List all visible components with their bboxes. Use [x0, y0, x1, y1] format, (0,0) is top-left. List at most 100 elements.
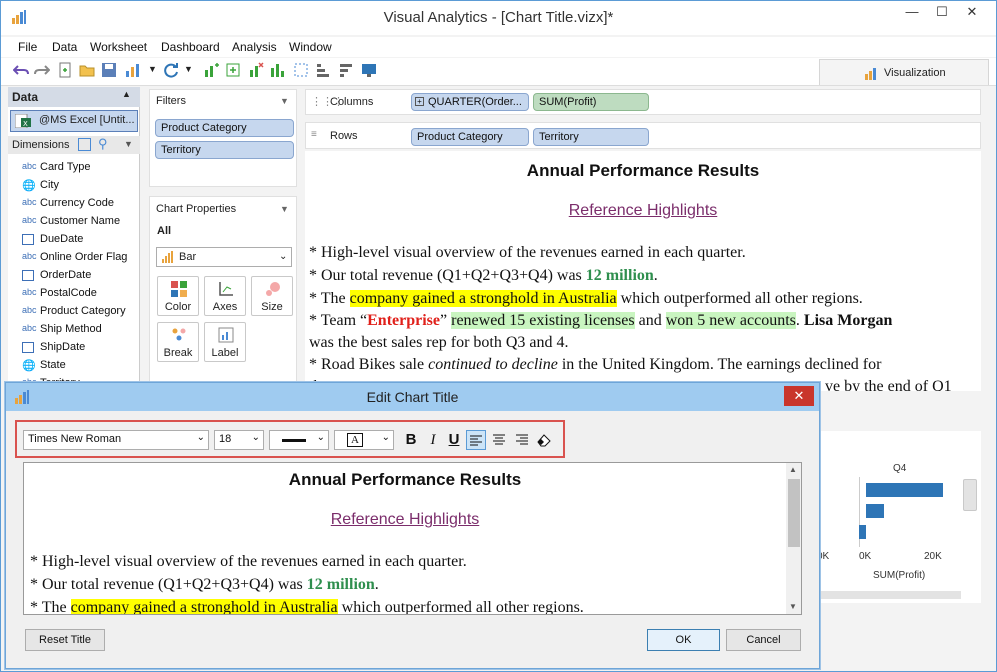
expand-icon[interactable]: + [415, 97, 424, 106]
break-icon [171, 327, 187, 343]
open-icon[interactable] [79, 62, 95, 78]
chart-subtitle-link[interactable]: Reference Highlights [305, 202, 981, 220]
text-run: * Our total revenue (Q1+Q2+Q3+Q4) was [309, 267, 586, 284]
ok-button[interactable]: OK [647, 629, 720, 651]
row-pill-territory[interactable]: Territory [533, 128, 649, 146]
editor-line-3: * The company gained a stronghold in Aus… [30, 597, 584, 614]
line-style-select[interactable]: ⌄ [269, 430, 329, 450]
data-pane-title: Data [12, 90, 39, 104]
menu-file[interactable]: File [18, 40, 37, 54]
title-rich-text-editor[interactable]: Annual Performance Results Reference Hig… [23, 462, 802, 615]
canvas-line-4: * Team “Enterprise” renewed 15 existing … [309, 310, 892, 332]
filter-territory[interactable]: Territory [155, 141, 294, 159]
maximize-button[interactable]: ☐ [927, 1, 957, 23]
data-connection[interactable]: X @MS Excel [Untit... [10, 110, 138, 132]
chevron-down-icon[interactable]: ▼ [280, 96, 289, 106]
reset-title-button[interactable]: Reset Title [25, 629, 105, 651]
column-pill-quarter[interactable]: + QUARTER(Order... [411, 93, 529, 111]
cancel-button[interactable]: Cancel [726, 629, 801, 651]
scrollbar-thumb[interactable] [788, 479, 800, 547]
fit-icon[interactable] [293, 62, 309, 78]
dialog-close-button[interactable]: ✕ [784, 386, 814, 406]
chevron-down-icon[interactable]: ▼ [280, 204, 289, 214]
label-card[interactable]: Label [204, 322, 246, 362]
scope-label: All [157, 225, 172, 237]
editor-line-1: * High-level visual overview of the reve… [30, 553, 467, 570]
chart-type-select[interactable]: Bar ⌄ [156, 247, 292, 267]
calendar-icon [22, 234, 34, 245]
font-color-select[interactable]: A ⌄ [334, 430, 394, 450]
calendar-icon [22, 342, 34, 353]
menu-dashboard[interactable]: Dashboard [161, 40, 220, 54]
chevron-down-icon[interactable]: ▼ [184, 64, 193, 74]
swap-icon[interactable] [269, 62, 285, 78]
clear-sheet-icon[interactable] [248, 62, 264, 78]
sort-icon[interactable]: ▲ [122, 89, 131, 99]
menu-analysis[interactable]: Analysis [232, 40, 277, 54]
text-run: * Road Bikes sale [309, 356, 429, 373]
bold-button[interactable]: B [401, 430, 421, 450]
break-card-label: Break [163, 347, 193, 359]
chevron-down-icon[interactable]: ▼ [124, 139, 133, 149]
eraser-icon[interactable] [534, 430, 554, 450]
table-icon[interactable] [78, 138, 91, 151]
label-card-label: Label [211, 347, 239, 359]
svg-text:X: X [23, 120, 28, 128]
column-pill-profit[interactable]: SUM(Profit) [533, 93, 649, 111]
abc-icon: abc [22, 161, 37, 171]
chart-area-right: Q4 0K 0K 20K SUM(Profit) [817, 431, 981, 603]
canvas-line-2: * Our total revenue (Q1+Q2+Q3+Q4) was 12… [309, 265, 658, 287]
text-run: * Our total revenue (Q1+Q2+Q3+Q4) was [30, 576, 307, 593]
bar [866, 504, 884, 518]
close-button[interactable]: ✕ [957, 1, 987, 23]
bar-chart-icon [162, 251, 174, 263]
add-sheet-icon[interactable] [225, 62, 241, 78]
new-icon[interactable] [57, 62, 73, 78]
q4-header: Q4 [893, 463, 907, 474]
align-left-button[interactable] [466, 430, 486, 450]
search-icon[interactable]: ⚲ [98, 136, 108, 152]
chart-wizard-icon[interactable] [125, 62, 141, 78]
add-column-icon[interactable] [203, 62, 219, 78]
font-family-select[interactable]: Times New Roman ⌄ [23, 430, 209, 450]
yellow-highlight: company gained a stronghold in Australia [349, 290, 617, 307]
size-card[interactable]: Size [251, 276, 293, 316]
save-icon[interactable] [101, 62, 117, 78]
align-center-button[interactable] [489, 430, 509, 450]
underline-button[interactable]: U [444, 430, 464, 450]
sort-desc-icon[interactable] [338, 62, 354, 78]
globe-icon: 🌐 [22, 360, 36, 372]
filter-product-category[interactable]: Product Category [155, 119, 294, 137]
tab-visualization[interactable]: Visualization [819, 59, 989, 85]
present-icon[interactable] [361, 62, 377, 78]
chevron-down-icon[interactable]: ▼ [148, 64, 157, 74]
text-run: and [634, 312, 666, 329]
undo-icon[interactable] [12, 62, 29, 78]
axes-icon [218, 281, 234, 297]
size-card-label: Size [261, 301, 283, 313]
menu-window[interactable]: Window [289, 40, 332, 54]
refresh-icon[interactable] [163, 62, 179, 78]
row-pill-product-category[interactable]: Product Category [411, 128, 529, 146]
color-card[interactable]: Color [157, 276, 199, 316]
horizontal-scrollbar[interactable] [821, 591, 961, 599]
chevron-down-icon[interactable]: ▼ [789, 602, 797, 611]
axes-card[interactable]: Axes [204, 276, 246, 316]
canvas-line-6: * Road Bikes sale continued to decline i… [309, 354, 881, 376]
sort-asc-icon[interactable] [315, 62, 331, 78]
vertical-scrollbar[interactable] [963, 479, 977, 511]
text-run: * The [309, 290, 350, 307]
italic-button[interactable]: I [423, 430, 443, 450]
editor-scrollbar[interactable]: ▲ ▼ [786, 463, 801, 614]
font-size-select[interactable]: 18 ⌄ [214, 430, 264, 450]
align-right-button[interactable] [512, 430, 532, 450]
menu-worksheet[interactable]: Worksheet [90, 40, 147, 54]
editor-title: Annual Performance Results [288, 470, 522, 489]
text-run: . [653, 267, 658, 284]
chevron-up-icon[interactable]: ▲ [789, 465, 797, 474]
redo-icon[interactable] [34, 62, 51, 78]
minimize-button[interactable]: — [897, 1, 927, 23]
break-card[interactable]: Break [157, 322, 199, 362]
menu-data[interactable]: Data [52, 40, 77, 54]
chart-title[interactable]: Annual Performance Results [305, 161, 981, 181]
